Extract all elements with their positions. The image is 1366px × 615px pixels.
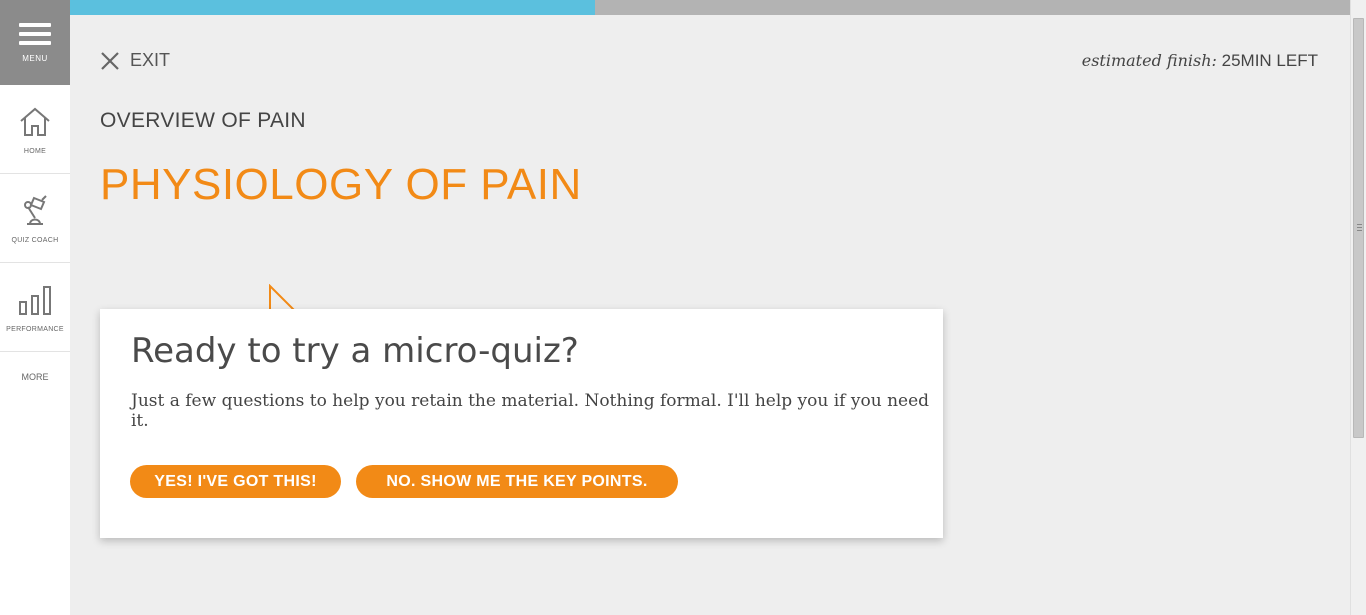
quiz-coach-icon bbox=[24, 194, 47, 225]
close-icon bbox=[101, 51, 119, 70]
bar-chart-icon bbox=[19, 285, 51, 315]
sidebar-item-quiz-coach[interactable]: QUIZ COACH bbox=[0, 174, 70, 263]
menu-button[interactable]: MENU bbox=[0, 0, 70, 85]
section-title: OVERVIEW OF PAIN bbox=[100, 109, 306, 132]
sidebar-item-label: HOME bbox=[23, 147, 47, 155]
sidebar-item-label: QUIZ COACH bbox=[11, 236, 59, 244]
quiz-description: Just a few questions to help you retain … bbox=[131, 391, 930, 431]
sidebar-more[interactable]: MORE bbox=[0, 352, 70, 382]
estimated-finish: estimated finish: 25MIN LEFT bbox=[1082, 51, 1318, 71]
hamburger-icon bbox=[19, 22, 51, 50]
exit-label: EXIT bbox=[130, 50, 171, 70]
page-title: PHYSIOLOGY OF PAIN bbox=[100, 160, 582, 209]
progress-fill bbox=[70, 0, 595, 15]
sidebar-item-label: PERFORMANCE bbox=[6, 325, 64, 333]
sidebar-item-home[interactable]: HOME bbox=[0, 85, 70, 174]
card-callout-notch bbox=[100, 284, 943, 311]
show-key-points-button[interactable]: NO. SHOW ME THE KEY POINTS. bbox=[356, 465, 678, 498]
menu-label: MENU bbox=[22, 53, 48, 63]
quiz-heading: Ready to try a micro-quiz? bbox=[131, 331, 579, 371]
scrollbar[interactable] bbox=[1350, 0, 1366, 615]
home-icon bbox=[20, 107, 50, 136]
finish-prefix: estimated finish: bbox=[1081, 51, 1217, 70]
quiz-card: Ready to try a micro-quiz? Just a few qu… bbox=[100, 309, 943, 538]
grip-icon bbox=[1357, 224, 1362, 233]
sidebar-item-performance[interactable]: PERFORMANCE bbox=[0, 263, 70, 352]
scroll-thumb[interactable] bbox=[1353, 18, 1364, 438]
finish-value: 25MIN LEFT bbox=[1221, 51, 1318, 70]
exit-button[interactable]: EXIT bbox=[100, 50, 170, 71]
progress-bar bbox=[70, 0, 1350, 15]
sidebar: MENU HOME QUIZ COACH PERFORMANCE MORE bbox=[0, 0, 70, 615]
start-quiz-button[interactable]: YES! I'VE GOT THIS! bbox=[130, 465, 341, 498]
